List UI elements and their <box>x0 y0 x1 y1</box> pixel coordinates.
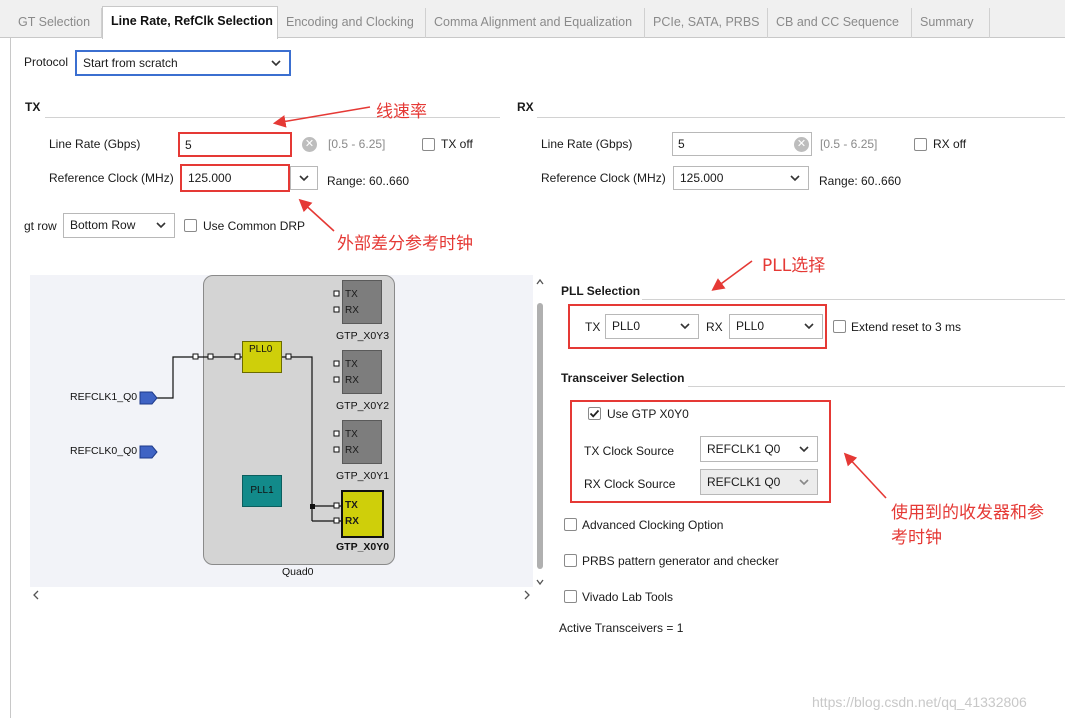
annotation-arrows <box>272 106 887 499</box>
watermark-text: https://blog.csdn.net/qq_41332806 <box>812 694 1027 710</box>
